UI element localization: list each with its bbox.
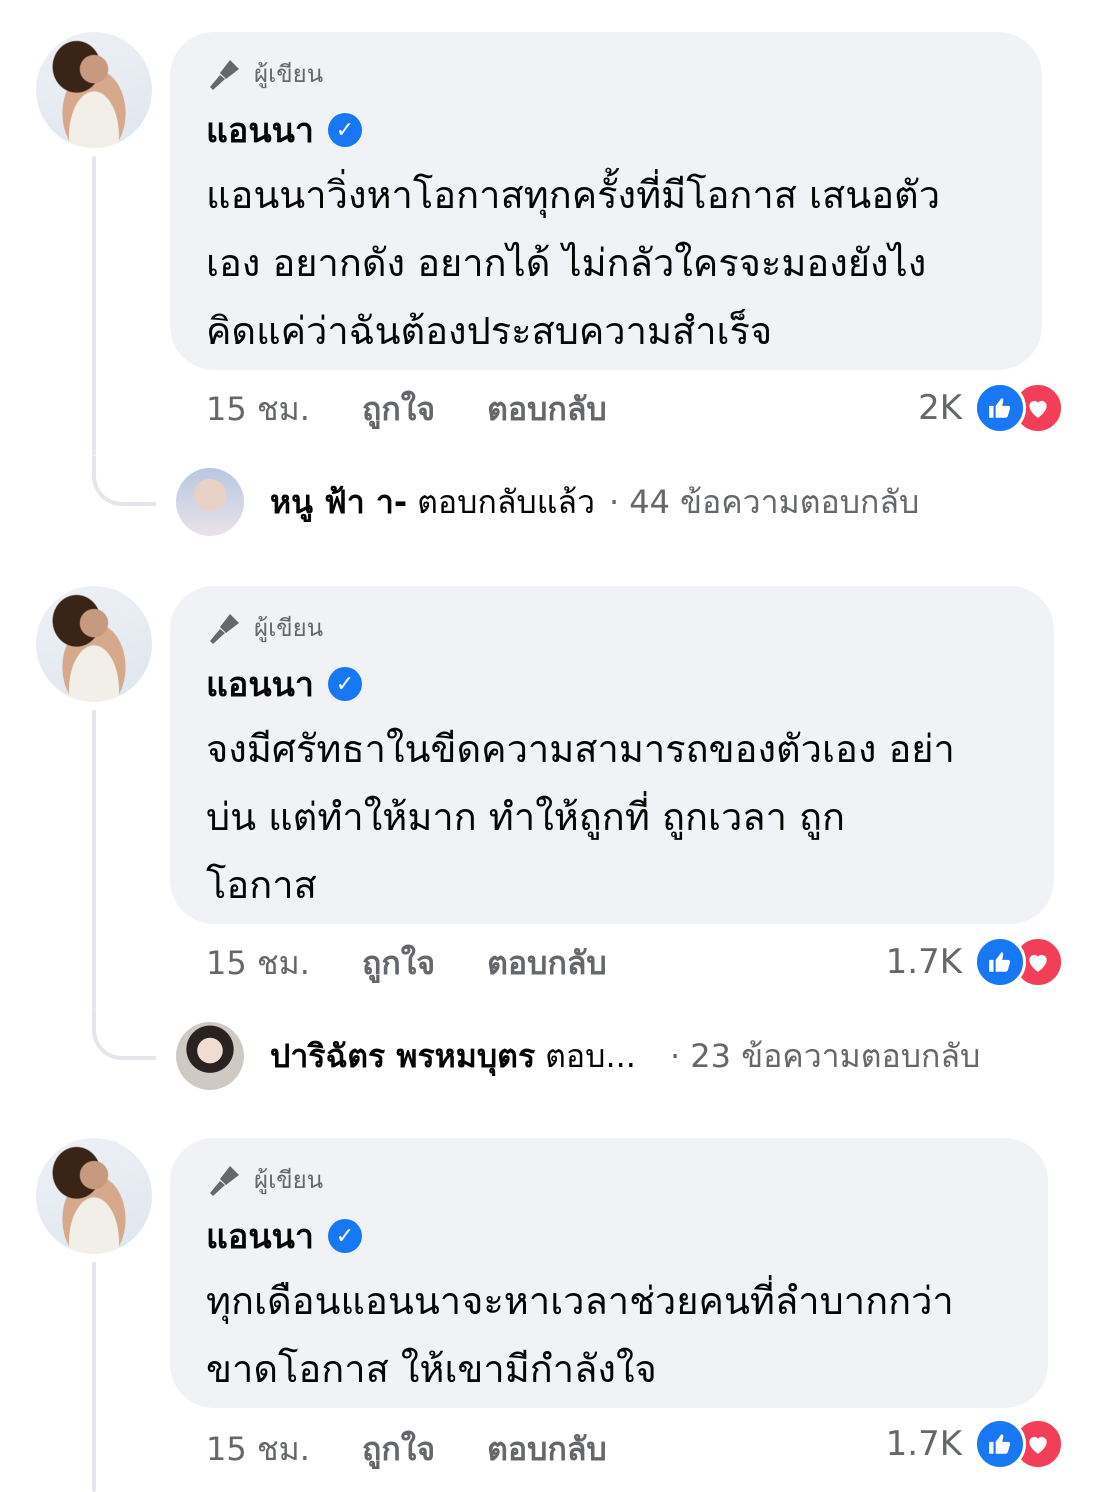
reactions-summary[interactable]: 1.7K <box>886 936 1064 988</box>
thumbs-up-icon <box>974 382 1026 434</box>
comment-line: ทุกเดือนแอนนาจะหาเวลาช่วยคนที่ลำบากกว่า <box>206 1279 954 1323</box>
author-avatar[interactable] <box>36 1138 152 1254</box>
reply-button[interactable]: ตอบกลับ <box>487 384 607 435</box>
author-avatar[interactable] <box>36 586 152 702</box>
verified-check-icon: ✓ <box>327 113 362 147</box>
comment-meta: 15 ชม. ถูกใจ ตอบกลับ <box>206 384 659 435</box>
thread-line <box>92 156 96 456</box>
comment-line: โอกาส <box>206 863 317 907</box>
comment-bubble: ผู้เขียน แอนนา ✓ จงมีศรัทธาในขีดความสามา… <box>170 586 1054 924</box>
comment-line: แอนนาวิ่งหาโอกาสทุกครั้งที่มีโอกาส เสนอต… <box>206 173 941 217</box>
comment-bubble: ผู้เขียน แอนนา ✓ ทุกเดือนแอนนาจะหาเวลาช่… <box>170 1138 1048 1408</box>
comment-text: แอนนาวิ่งหาโอกาสทุกครั้งที่มีโอกาส เสนอต… <box>206 161 1004 365</box>
author-name[interactable]: แอนนา <box>206 103 314 157</box>
author-name[interactable]: แอนนา <box>206 657 314 711</box>
replier-avatar[interactable] <box>176 468 244 536</box>
reply-button[interactable]: ตอบกลับ <box>487 1424 607 1475</box>
reply-status: ตอบ... <box>545 1036 636 1075</box>
author-badge: ผู้เขียน <box>206 54 1004 93</box>
replier-avatar[interactable] <box>176 1022 244 1090</box>
thumbs-up-icon <box>974 1418 1026 1470</box>
reaction-count: 2K <box>918 388 962 428</box>
like-button[interactable]: ถูกใจ <box>362 938 435 989</box>
comment-line: จงมีศรัทธาในขีดความสามารถของตัวเอง อย่า <box>206 727 955 771</box>
author-badge: ผู้เขียน <box>206 1160 1010 1199</box>
author-badge-label: ผู้เขียน <box>254 1166 324 1194</box>
reaction-count: 1.7K <box>885 1424 962 1464</box>
comment-line: คิดแค่ว่าฉันต้องประสบความสำเร็จ <box>206 309 773 353</box>
replier-name[interactable]: ปาริฉัตร พรหมบุตร <box>270 1031 535 1082</box>
reactions-summary[interactable]: 1.7K <box>886 1418 1064 1470</box>
author-name[interactable]: แอนนา <box>206 1209 314 1263</box>
reply-status: ตอบกลับแล้ว <box>417 482 595 521</box>
comment-meta: 15 ชม. ถูกใจ ตอบกลับ <box>206 1424 659 1475</box>
replies-link[interactable]: หนู ฟ้า า- ตอบกลับแล้ว · 44 ข้อความตอบกล… <box>176 468 919 536</box>
comment-line: เอง อยากดัง อยากได้ ไม่กลัวใครจะมองยังไง <box>206 241 927 285</box>
author-avatar[interactable] <box>36 32 152 148</box>
comment-text: ทุกเดือนแอนนาจะหาเวลาช่วยคนที่ลำบากกว่า … <box>206 1267 1010 1403</box>
replier-name[interactable]: หนู ฟ้า า- <box>270 477 407 528</box>
reaction-count: 1.7K <box>885 942 962 982</box>
like-button[interactable]: ถูกใจ <box>362 384 435 435</box>
author-badge-label: ผู้เขียน <box>254 60 324 88</box>
timestamp[interactable]: 15 ชม. <box>206 1424 362 1475</box>
thumbs-up-icon <box>974 936 1026 988</box>
verified-check-icon: ✓ <box>327 667 362 701</box>
reply-count[interactable]: · 44 ข้อความตอบกลับ <box>609 477 919 528</box>
reply-count[interactable]: · 23 ข้อความตอบกลับ <box>670 1031 980 1082</box>
timestamp[interactable]: 15 ชม. <box>206 384 362 435</box>
thread-line <box>92 710 96 1010</box>
comment-text: จงมีศรัทธาในขีดความสามารถของตัวเอง อย่า … <box>206 715 1016 919</box>
comment-meta: 15 ชม. ถูกใจ ตอบกลับ <box>206 938 659 989</box>
like-button[interactable]: ถูกใจ <box>362 1424 435 1475</box>
reactions-summary[interactable]: 2K <box>918 382 1064 434</box>
comment-line: ขาดโอกาส ให้เขามีกำลังใจ <box>206 1347 657 1391</box>
reply-button[interactable]: ตอบกลับ <box>487 938 607 989</box>
author-badge: ผู้เขียน <box>206 608 1016 647</box>
comment-line: บ่น แต่ทำให้มาก ทำให้ถูกที่ ถูกเวลา ถูก <box>206 795 846 839</box>
verified-check-icon: ✓ <box>327 1219 362 1253</box>
microphone-icon <box>210 59 239 90</box>
thread-line <box>92 1262 96 1492</box>
author-badge-label: ผู้เขียน <box>254 614 324 642</box>
microphone-icon <box>210 1165 239 1196</box>
thread-curve <box>92 456 156 506</box>
comment-bubble: ผู้เขียน แอนนา ✓ แอนนาวิ่งหาโอกาสทุกครั้… <box>170 32 1042 370</box>
microphone-icon <box>210 613 239 644</box>
replies-link[interactable]: ปาริฉัตร พรหมบุตร ตอบ... · 23 ข้อความตอบ… <box>176 1022 980 1090</box>
timestamp[interactable]: 15 ชม. <box>206 938 362 989</box>
thread-curve <box>92 1010 156 1060</box>
